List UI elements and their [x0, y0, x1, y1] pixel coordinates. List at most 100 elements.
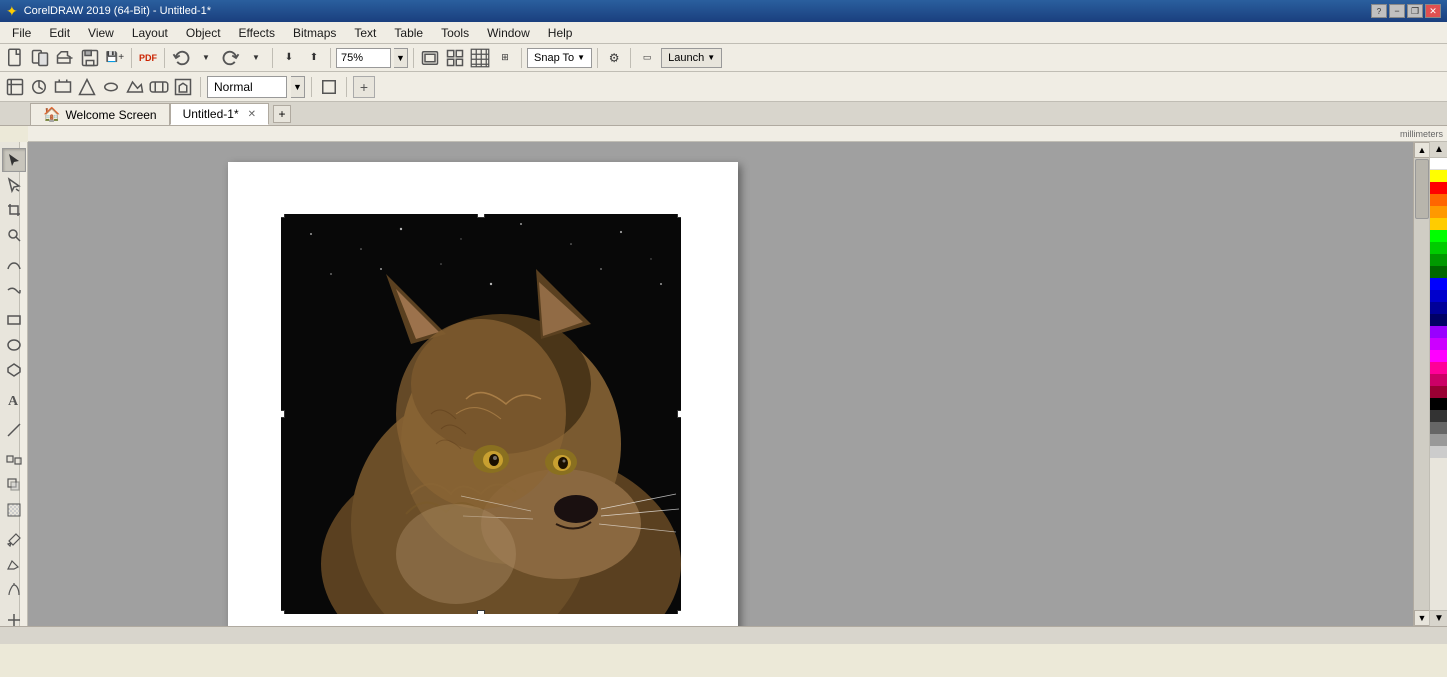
eyedropper-btn[interactable]	[2, 528, 26, 552]
swatch-magenta[interactable]	[1430, 350, 1447, 362]
prop-icon-2[interactable]	[28, 76, 50, 98]
line-tool-btn[interactable]	[2, 418, 26, 442]
swatch-light-gray[interactable]	[1430, 434, 1447, 446]
restore-button[interactable]: ❐	[1407, 4, 1423, 18]
tab-untitled[interactable]: Untitled-1* ✕	[170, 103, 269, 125]
menu-bitmaps[interactable]: Bitmaps	[285, 24, 344, 42]
menu-effects[interactable]: Effects	[231, 24, 283, 42]
options-btn[interactable]: ⚙	[603, 47, 625, 69]
scroll-track[interactable]	[1414, 158, 1429, 610]
handle-bm[interactable]	[477, 610, 485, 614]
view-frames-btn[interactable]: ▭	[636, 47, 658, 69]
prop-icon-4[interactable]	[76, 76, 98, 98]
title-bar-controls[interactable]: ? − ❐ ✕	[1371, 4, 1441, 18]
zoom-input[interactable]: 75%	[336, 48, 391, 68]
menu-object[interactable]: Object	[178, 24, 229, 42]
launch-btn[interactable]: Launch ▼	[661, 48, 722, 68]
swatch-red[interactable]	[1430, 182, 1447, 194]
swatch-gray[interactable]	[1430, 422, 1447, 434]
shadow-tool-btn[interactable]	[2, 473, 26, 497]
handle-mr[interactable]	[677, 410, 681, 418]
swatch-dark-green[interactable]	[1430, 254, 1447, 266]
menu-table[interactable]: Table	[386, 24, 431, 42]
prop-icon-6[interactable]	[124, 76, 146, 98]
color-palette[interactable]: ▲ ▼	[1429, 142, 1447, 626]
redo-btn[interactable]	[220, 47, 242, 69]
swatch-pink[interactable]	[1430, 362, 1447, 374]
new-btn[interactable]	[4, 47, 26, 69]
polygon-tool-btn[interactable]	[2, 358, 26, 382]
tab-welcome[interactable]: 🏠 Welcome Screen	[30, 103, 170, 125]
align-btn[interactable]: ⊞	[494, 47, 516, 69]
save-as-btn[interactable]: 💾+	[104, 47, 126, 69]
menu-file[interactable]: File	[4, 24, 39, 42]
menu-view[interactable]: View	[80, 24, 122, 42]
save-btn[interactable]	[79, 47, 101, 69]
tab-add-btn[interactable]: +	[273, 105, 291, 123]
image-object[interactable]	[281, 214, 681, 614]
handle-bl[interactable]	[281, 610, 285, 614]
undo-arrow[interactable]: ▼	[195, 47, 217, 69]
open-btn[interactable]	[54, 47, 76, 69]
swatch-navy[interactable]	[1430, 314, 1447, 326]
crop-tool-btn[interactable]	[2, 198, 26, 222]
zoom-dropdown-btn[interactable]: ▼	[394, 48, 408, 68]
palette-scroll-down[interactable]: ▼	[1430, 610, 1447, 626]
smart-fill-btn[interactable]	[2, 278, 26, 302]
swatch-amber[interactable]	[1430, 206, 1447, 218]
curve-tool-btn[interactable]	[2, 253, 26, 277]
handle-br[interactable]	[677, 610, 681, 614]
palette-scroll-up[interactable]: ▲	[1430, 142, 1447, 158]
prop-icon-1[interactable]	[4, 76, 26, 98]
normal-dropdown-arrow[interactable]: ▼	[291, 76, 305, 98]
rect-tool-btn[interactable]	[2, 308, 26, 332]
prop-icon-8[interactable]	[172, 76, 194, 98]
tab-close-btn[interactable]: ✕	[248, 109, 256, 120]
swatch-maroon[interactable]	[1430, 386, 1447, 398]
snap-to-btn[interactable]: Snap To ▼	[527, 48, 592, 68]
view-mode-btn[interactable]	[444, 47, 466, 69]
swatch-violet[interactable]	[1430, 338, 1447, 350]
export-btn[interactable]: ⬆	[303, 47, 325, 69]
handle-tm[interactable]	[477, 214, 485, 218]
zoom-tool-btn[interactable]	[2, 223, 26, 247]
swatch-dark-gray[interactable]	[1430, 410, 1447, 422]
handle-ml[interactable]	[281, 410, 285, 418]
scroll-down-btn[interactable]: ▼	[1414, 610, 1430, 626]
swatch-yellow[interactable]	[1430, 170, 1447, 182]
menu-layout[interactable]: Layout	[124, 24, 176, 42]
import-btn[interactable]: ⬇	[278, 47, 300, 69]
handle-tl[interactable]	[281, 214, 285, 218]
full-screen-btn[interactable]	[419, 47, 441, 69]
scroll-up-btn[interactable]: ▲	[1414, 142, 1430, 158]
prop-icon-5[interactable]	[100, 76, 122, 98]
grid-btn[interactable]	[469, 47, 491, 69]
close-button[interactable]: ✕	[1425, 4, 1441, 18]
normal-dropdown[interactable]: Normal	[207, 76, 287, 98]
new-from-template-btn[interactable]	[29, 47, 51, 69]
connector-btn[interactable]	[2, 608, 26, 632]
selection-tool-btn[interactable]	[2, 148, 26, 172]
prop-add-btn[interactable]: +	[353, 76, 375, 98]
prop-square-icon[interactable]	[318, 76, 340, 98]
menu-window[interactable]: Window	[479, 24, 538, 42]
swatch-dark-blue[interactable]	[1430, 302, 1447, 314]
scroll-thumb[interactable]	[1415, 159, 1429, 219]
swatch-black[interactable]	[1430, 398, 1447, 410]
minimize-button[interactable]: −	[1389, 4, 1405, 18]
swatch-lime[interactable]	[1430, 230, 1447, 242]
swatch-gold[interactable]	[1430, 218, 1447, 230]
prop-icon-3[interactable]	[52, 76, 74, 98]
swatch-blue[interactable]	[1430, 278, 1447, 290]
eraser-btn[interactable]	[2, 553, 26, 577]
redo-arrow[interactable]: ▼	[245, 47, 267, 69]
swatch-silver[interactable]	[1430, 446, 1447, 458]
blend-tool-btn[interactable]	[2, 448, 26, 472]
transparency-btn[interactable]	[2, 498, 26, 522]
swatch-crimson[interactable]	[1430, 374, 1447, 386]
swatch-purple[interactable]	[1430, 326, 1447, 338]
menu-help[interactable]: Help	[540, 24, 581, 42]
canvas-area[interactable]: ◄ 1 ►	[28, 142, 1413, 626]
menu-edit[interactable]: Edit	[41, 24, 78, 42]
freehand-pick-btn[interactable]	[2, 173, 26, 197]
